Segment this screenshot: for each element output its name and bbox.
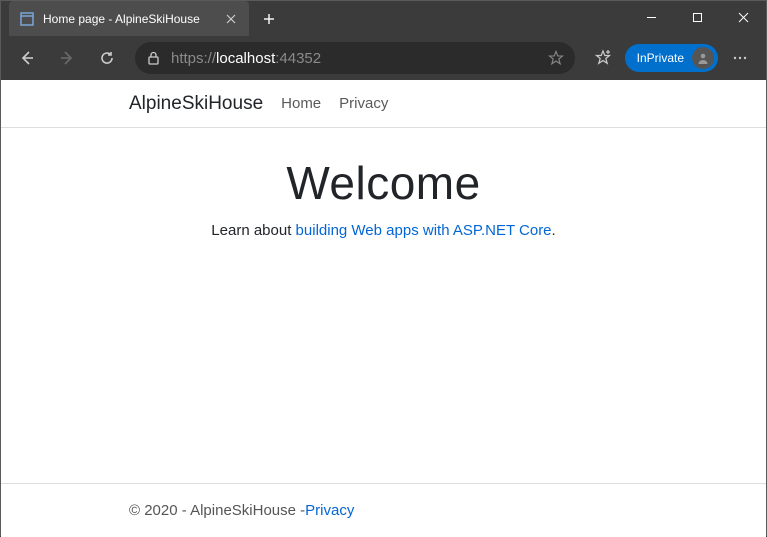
url-text: https://localhost:44352 <box>171 50 537 67</box>
inprivate-badge[interactable]: InPrivate <box>625 44 718 72</box>
forward-button[interactable] <box>49 40 85 76</box>
page-heading: Welcome <box>1 156 766 210</box>
footer-privacy-link[interactable]: Privacy <box>305 502 354 519</box>
refresh-button[interactable] <box>89 40 125 76</box>
favorites-button[interactable] <box>585 40 621 76</box>
tab-close-icon[interactable] <box>223 11 239 27</box>
maximize-button[interactable] <box>674 1 720 33</box>
menu-button[interactable] <box>722 40 758 76</box>
footer-text: © 2020 - AlpineSkiHouse - <box>129 502 305 519</box>
window-controls <box>628 1 766 33</box>
nav-link-home[interactable]: Home <box>281 95 321 112</box>
hero-section: Welcome Learn about building Web apps wi… <box>1 128 766 239</box>
page-viewport: AlpineSkiHouse Home Privacy Welcome Lear… <box>1 80 766 537</box>
back-button[interactable] <box>9 40 45 76</box>
new-tab-button[interactable] <box>253 3 285 35</box>
minimize-button[interactable] <box>628 1 674 33</box>
browser-tab[interactable]: Home page - AlpineSkiHouse <box>9 1 249 36</box>
brand-link[interactable]: AlpineSkiHouse <box>129 93 263 115</box>
tab-title: Home page - AlpineSkiHouse <box>43 12 215 26</box>
page-favicon-icon <box>19 11 35 27</box>
url-protocol: https:// <box>171 50 216 67</box>
browser-toolbar: https://localhost:44352 InPrivate <box>1 36 766 80</box>
close-window-button[interactable] <box>720 1 766 33</box>
lead-link[interactable]: building Web apps with ASP.NET Core <box>296 222 552 239</box>
address-bar[interactable]: https://localhost:44352 <box>135 42 575 74</box>
inprivate-label: InPrivate <box>637 51 684 65</box>
nav-link-privacy[interactable]: Privacy <box>339 95 388 112</box>
profile-avatar-icon <box>692 47 714 69</box>
lead-prefix: Learn about <box>211 222 295 239</box>
lead-text: Learn about building Web apps with ASP.N… <box>1 222 766 239</box>
url-port: :44352 <box>275 50 321 67</box>
browser-titlebar: Home page - AlpineSkiHouse <box>1 1 766 36</box>
favorite-icon[interactable] <box>547 50 565 66</box>
site-navbar: AlpineSkiHouse Home Privacy <box>1 80 766 128</box>
url-host: localhost <box>216 50 275 67</box>
site-footer: © 2020 - AlpineSkiHouse - Privacy <box>1 483 766 537</box>
lead-suffix: . <box>552 222 556 239</box>
lock-icon <box>145 51 161 66</box>
